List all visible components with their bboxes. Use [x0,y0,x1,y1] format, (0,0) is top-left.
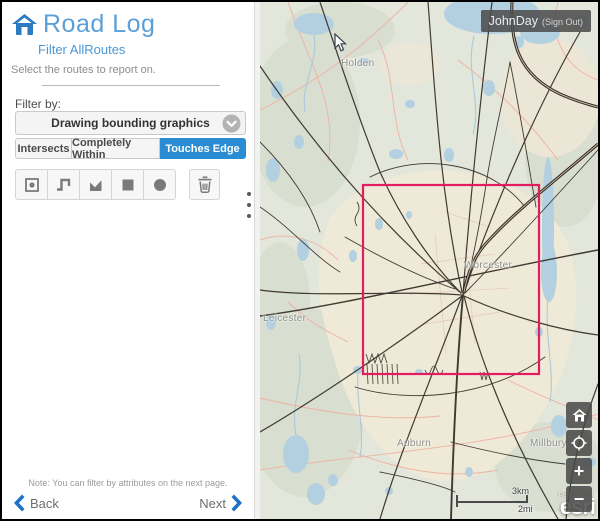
divider-line [42,85,220,86]
locate-icon [571,435,587,451]
filter-by-label: Filter by: [15,97,61,111]
clear-graphics-button[interactable] [189,169,220,200]
page-title: Road Log [43,10,155,39]
app-header: Road Log [11,10,155,39]
locate-button[interactable] [566,430,592,456]
draw-circle-button[interactable] [143,169,176,200]
trash-icon [196,175,214,194]
user-name: JohnDay [489,10,538,32]
home-extent-button[interactable] [566,402,592,428]
back-label: Back [30,496,59,511]
footer-note: Note: You can filter by attributes on th… [2,478,254,488]
breadcrumb-filter-link[interactable]: Filter AllRoutes [38,42,125,57]
instruction-text: Select the routes to report on. [11,64,156,76]
draw-point-button[interactable] [15,169,48,200]
draw-rectangle-button[interactable] [111,169,144,200]
filter-method-dropdown[interactable]: Drawing bounding graphics [15,111,246,135]
circle-icon [153,178,167,192]
next-label: Next [199,496,226,511]
tab-completely-within[interactable]: Completely Within [72,138,160,159]
draw-toolbar [15,169,220,200]
chevron-right-icon [231,493,245,513]
dropdown-value: Drawing bounding graphics [51,116,210,130]
spatial-relation-tabs: Intersects Completely Within Touches Edg… [15,138,246,159]
zoom-out-button[interactable]: − [566,486,592,512]
plus-icon: + [574,462,585,480]
app-window: Road Log Filter AllRoutes Select the rou… [0,0,600,521]
sign-out-label: (Sign Out) [542,17,583,27]
minus-icon: − [574,490,585,508]
home-icon [11,12,38,37]
chevron-down-icon [222,114,241,138]
user-signout-button[interactable]: JohnDay (Sign Out) [481,10,591,32]
home-icon [572,408,587,422]
point-icon [23,176,41,194]
draw-polygon-button[interactable] [79,169,112,200]
sidebar-panel: Road Log Filter AllRoutes Select the rou… [2,2,254,519]
back-button[interactable]: Back [11,493,59,513]
rectangle-icon [121,178,135,192]
tab-touches-edge[interactable]: Touches Edge [160,138,246,159]
chevron-left-icon [11,493,25,513]
panel-divider [254,2,260,519]
tab-intersects[interactable]: Intersects [15,138,72,159]
next-button[interactable]: Next [199,493,245,513]
draw-polyline-button[interactable] [47,169,80,200]
panel-resize-handle[interactable] [247,192,251,218]
polyline-icon [56,176,72,193]
basemap-canvas[interactable] [260,2,598,519]
polygon-icon [88,177,104,193]
map-view[interactable]: Holden Worcester Leicester Auburn Millbu… [260,2,598,519]
zoom-in-button[interactable]: + [566,458,592,484]
